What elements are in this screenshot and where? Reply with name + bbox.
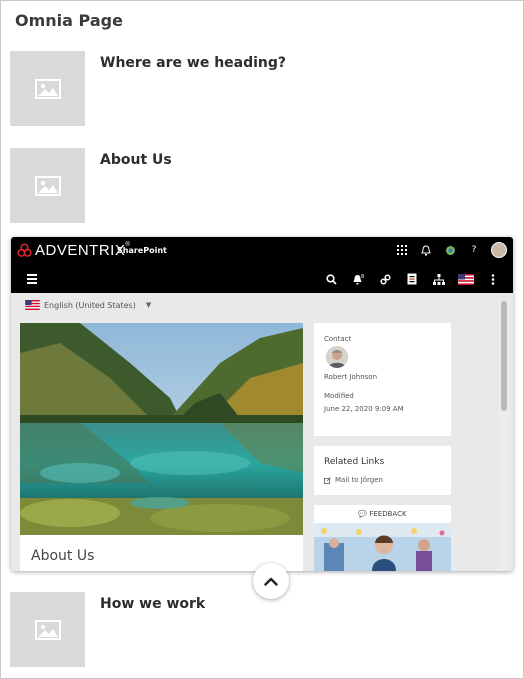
language-selector[interactable]: English (United States) ▼	[25, 300, 151, 310]
scrollbar[interactable]	[499, 299, 509, 571]
nav-bar: 8+	[11, 265, 513, 293]
about-title: About Us	[31, 548, 95, 564]
image-placeholder-icon	[10, 592, 85, 667]
feedback-label[interactable]: 💬 FEEDBACK	[314, 510, 451, 518]
scroll-thumb[interactable]	[501, 301, 507, 411]
bell-icon[interactable]	[419, 243, 433, 257]
item-title[interactable]: How we work	[100, 596, 205, 612]
related-link-item[interactable]: Mail to Jörgen	[324, 476, 383, 484]
app-launcher-icon[interactable]	[395, 243, 409, 257]
contact-label: Contact	[324, 335, 352, 343]
hero-image	[20, 323, 303, 535]
item-title[interactable]: Where are we heading?	[100, 55, 286, 71]
svg-text:8+: 8+	[361, 274, 365, 280]
search-icon[interactable]	[323, 271, 339, 287]
modified-date: June 22, 2020 9:09 AM	[324, 405, 404, 413]
external-link-icon	[324, 476, 331, 484]
notification-icon[interactable]: 8+	[350, 271, 366, 287]
sitemap-icon[interactable]	[431, 271, 447, 287]
chevron-up-icon	[264, 577, 278, 586]
image-placeholder-icon	[10, 148, 85, 223]
contact-avatar[interactable]	[326, 346, 348, 368]
page-frame: Omnia Page Where are we heading? About U…	[0, 0, 524, 679]
link-icon[interactable]	[377, 271, 393, 287]
related-links-title: Related Links	[324, 457, 385, 467]
collapse-button[interactable]	[253, 563, 289, 599]
related-links-card: Related Links Mail to Jörgen	[314, 446, 451, 495]
help-icon[interactable]: ?	[467, 243, 481, 257]
item-title[interactable]: About Us	[100, 152, 172, 168]
related-link-label[interactable]: Mail to Jörgen	[335, 476, 383, 484]
us-flag-icon	[25, 300, 40, 310]
image-placeholder-icon	[10, 51, 85, 126]
globe-icon[interactable]	[443, 243, 457, 257]
product-label[interactable]: SharePoint	[117, 246, 167, 255]
brand-logo[interactable]: ADVENTRIX®	[17, 242, 130, 259]
contact-name[interactable]: Robert Johnson	[324, 373, 377, 381]
menu-icon[interactable]	[27, 274, 37, 286]
suite-bar: ADVENTRIX® SharePoint ?	[11, 237, 513, 265]
more-icon[interactable]	[485, 271, 501, 287]
user-avatar[interactable]	[491, 242, 507, 258]
modified-label: Modified	[324, 392, 354, 400]
language-label: English (United States)	[44, 300, 136, 310]
page-title: Omnia Page	[15, 11, 123, 30]
feedback-image	[314, 523, 451, 571]
brand-name: ADVENTRIX®	[35, 242, 131, 259]
brand-mark-icon	[17, 243, 32, 257]
document-icon[interactable]	[404, 271, 420, 287]
about-us-preview: ADVENTRIX® SharePoint ? 8 English (Unite…	[11, 237, 513, 571]
chat-icon: 💬	[358, 510, 368, 518]
us-flag-icon[interactable]	[458, 271, 474, 287]
contact-card: Contact Robert Johnson Modified June 22,…	[314, 323, 451, 436]
feedback-card[interactable]: 💬 FEEDBACK	[314, 505, 451, 571]
chevron-down-icon: ▼	[145, 301, 152, 309]
